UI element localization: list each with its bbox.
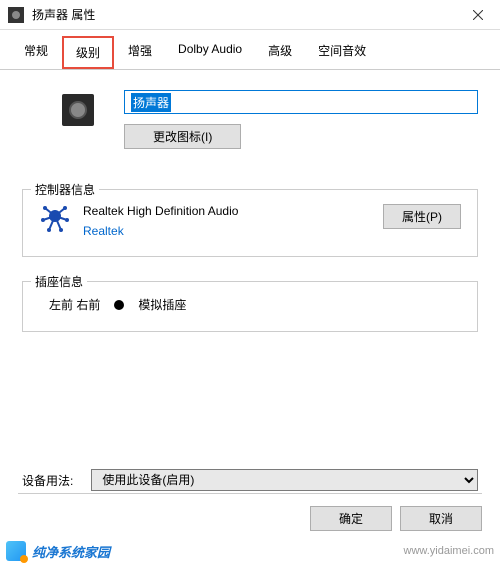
controller-row: Realtek High Definition Audio Realtek 属性… <box>39 204 461 238</box>
jack-location: 左前 右前 <box>49 296 100 313</box>
controller-properties-button[interactable]: 属性(P) <box>383 204 461 229</box>
controller-fieldset: 控制器信息 Realtek High Definition Audio Real… <box>22 189 478 257</box>
tab-levels[interactable]: 级别 <box>62 36 114 69</box>
titlebar: 扬声器 属性 <box>0 0 500 30</box>
watermark-url: www.yidaimei.com <box>404 545 494 557</box>
realtek-icon <box>39 204 71 232</box>
tab-enhance[interactable]: 增强 <box>116 36 164 69</box>
watermark-logo-icon <box>6 541 26 561</box>
ok-button[interactable]: 确定 <box>310 506 392 531</box>
controller-vendor[interactable]: Realtek <box>83 224 371 238</box>
speaker-window-icon <box>8 7 24 23</box>
window-title: 扬声器 属性 <box>32 6 455 23</box>
tab-spatial[interactable]: 空间音效 <box>306 36 378 69</box>
jack-fieldset: 插座信息 左前 右前 模拟插座 <box>22 281 478 332</box>
tab-content: 扬声器 更改图标(I) 控制器信息 Realtek High Definitio… <box>0 70 500 376</box>
close-icon <box>473 10 483 20</box>
watermark-brand: 纯净系统家园 <box>32 542 110 561</box>
change-icon-button[interactable]: 更改图标(I) <box>124 124 241 149</box>
tab-dolby[interactable]: Dolby Audio <box>166 36 254 69</box>
speaker-icon <box>62 94 94 126</box>
tab-general[interactable]: 常规 <box>12 36 60 69</box>
controller-legend: 控制器信息 <box>31 181 99 198</box>
jack-row: 左前 右前 模拟插座 <box>39 296 461 313</box>
controller-name: Realtek High Definition Audio <box>83 204 371 218</box>
close-button[interactable] <box>455 0 500 30</box>
usage-label: 设备用法: <box>22 472 73 489</box>
controller-info: Realtek High Definition Audio Realtek <box>83 204 371 238</box>
jack-type: 模拟插座 <box>138 296 186 313</box>
cancel-button[interactable]: 取消 <box>400 506 482 531</box>
tab-bar: 常规 级别 增强 Dolby Audio 高级 空间音效 <box>0 30 500 70</box>
jack-legend: 插座信息 <box>31 273 87 290</box>
device-controls: 扬声器 更改图标(I) <box>124 90 478 149</box>
dialog-buttons: 确定 取消 <box>18 493 482 531</box>
device-section: 扬声器 更改图标(I) <box>62 90 478 149</box>
watermark-left: 纯净系统家园 <box>6 541 110 561</box>
usage-row: 设备用法: 使用此设备(启用) <box>22 469 478 491</box>
usage-select[interactable]: 使用此设备(启用) <box>91 469 478 491</box>
device-name-value: 扬声器 <box>131 93 171 112</box>
tab-advanced[interactable]: 高级 <box>256 36 304 69</box>
device-name-input[interactable]: 扬声器 <box>124 90 478 114</box>
jack-color-dot <box>114 300 124 310</box>
watermark: 纯净系统家园 www.yidaimei.com <box>0 541 500 561</box>
